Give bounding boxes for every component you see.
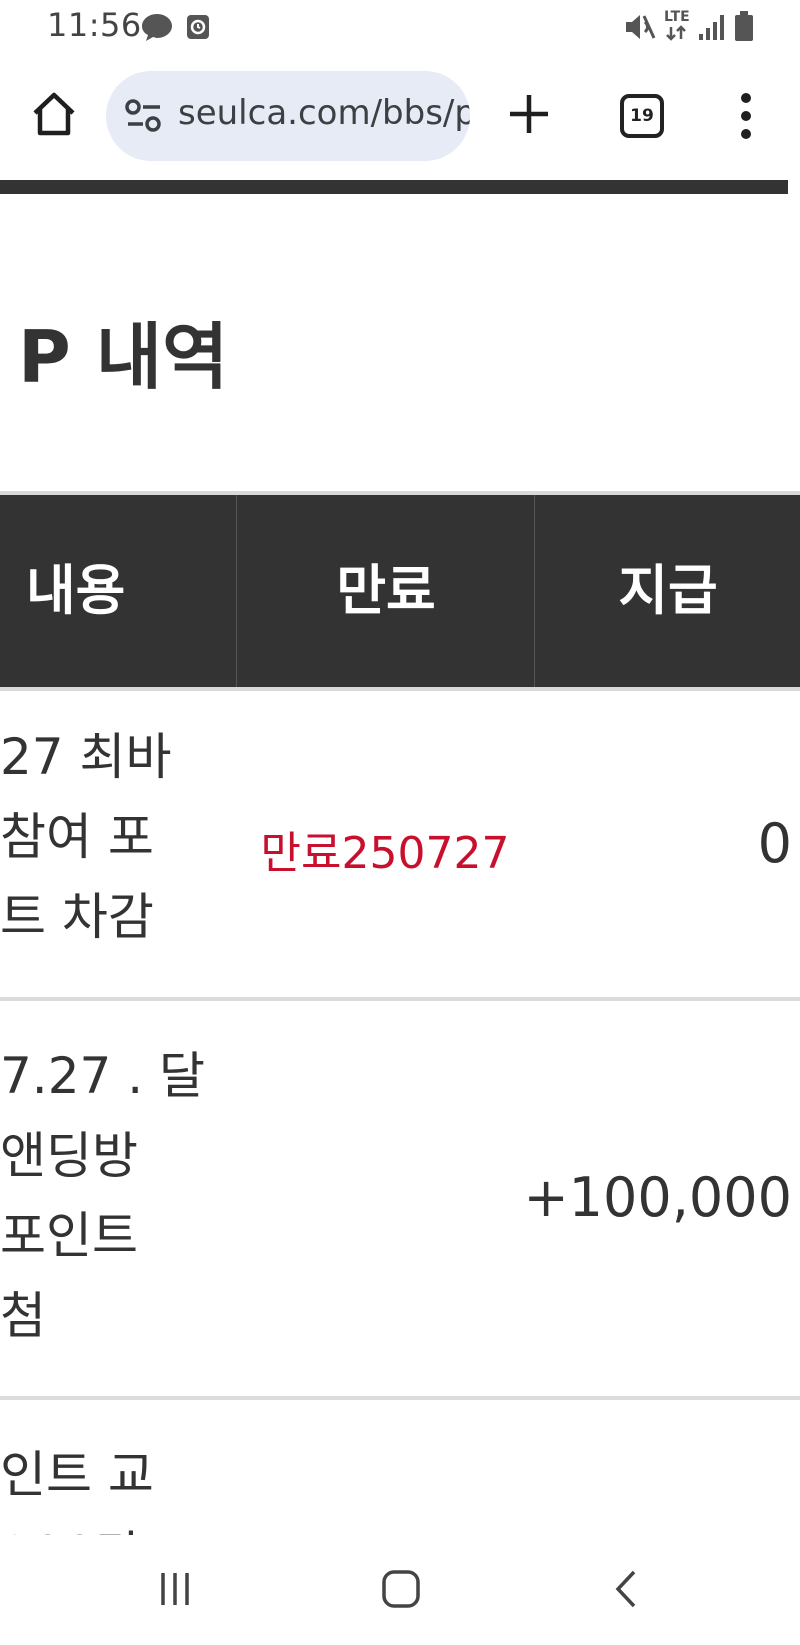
table-header: 내용 만료 지급 (0, 491, 800, 691)
alarm-notification-icon (187, 15, 209, 39)
nav-back-icon[interactable] (610, 1569, 640, 1609)
network-type-label: LTE (664, 9, 690, 25)
content-line: 앤딩방 (0, 1127, 138, 1185)
data-arrows-icon (666, 25, 686, 41)
more-vert-icon[interactable] (736, 92, 756, 140)
home-icon[interactable] (30, 90, 78, 138)
column-header-expire: 만료 (236, 495, 535, 687)
row-amount: 0 (757, 812, 792, 875)
row-content: 7.27 . 달 앤딩방 포인트 첨 (0, 1036, 222, 1356)
row-amount: +100,000 (523, 1166, 792, 1229)
recent-apps-icon[interactable] (158, 1569, 192, 1609)
column-header-content: 내용 (26, 559, 126, 622)
messenger-notification-icon (142, 14, 172, 41)
content-line: 참여 포 (0, 808, 154, 866)
status-bar: 11:56 LTE (0, 0, 800, 54)
site-settings-icon[interactable] (124, 97, 164, 135)
row-content: 27 최바 참여 포 트 차감 (0, 717, 222, 957)
signal-icon (699, 15, 724, 40)
content-line: 27 최바 (0, 728, 172, 786)
content-line: 첨 (0, 1287, 46, 1345)
table-row: 27 최바 참여 포 트 차감 만료250727 0 (0, 687, 800, 1001)
network-indicator: LTE (664, 10, 694, 44)
mute-icon (626, 15, 656, 39)
url-text[interactable]: seulca.com/bbs/point (178, 93, 470, 133)
tab-count: 19 (630, 106, 654, 126)
table-row: 7.27 . 달 앤딩방 포인트 첨 +100,000 (0, 1001, 800, 1400)
status-time: 11:56 (47, 6, 142, 44)
battery-icon (735, 11, 753, 41)
content-line: 7.27 . 달 (0, 1047, 206, 1105)
nav-home-icon[interactable] (381, 1569, 421, 1609)
address-bar[interactable]: seulca.com/bbs/point (106, 71, 470, 161)
column-header-amount: 지급 (534, 495, 800, 687)
content-line: 인트 교 (0, 1446, 154, 1504)
page-title: P 내역 (18, 315, 229, 399)
content-line: 포인트 (0, 1207, 138, 1265)
tab-switcher-icon[interactable]: 19 (620, 94, 664, 138)
browser-toolbar: seulca.com/bbs/point 19 (0, 62, 800, 170)
system-navigation-bar (0, 1535, 800, 1645)
content-line: 트 차감 (0, 888, 154, 946)
divider-bar (0, 180, 788, 194)
row-expire: 만료250727 (260, 828, 510, 879)
new-tab-plus-icon[interactable] (506, 91, 552, 137)
